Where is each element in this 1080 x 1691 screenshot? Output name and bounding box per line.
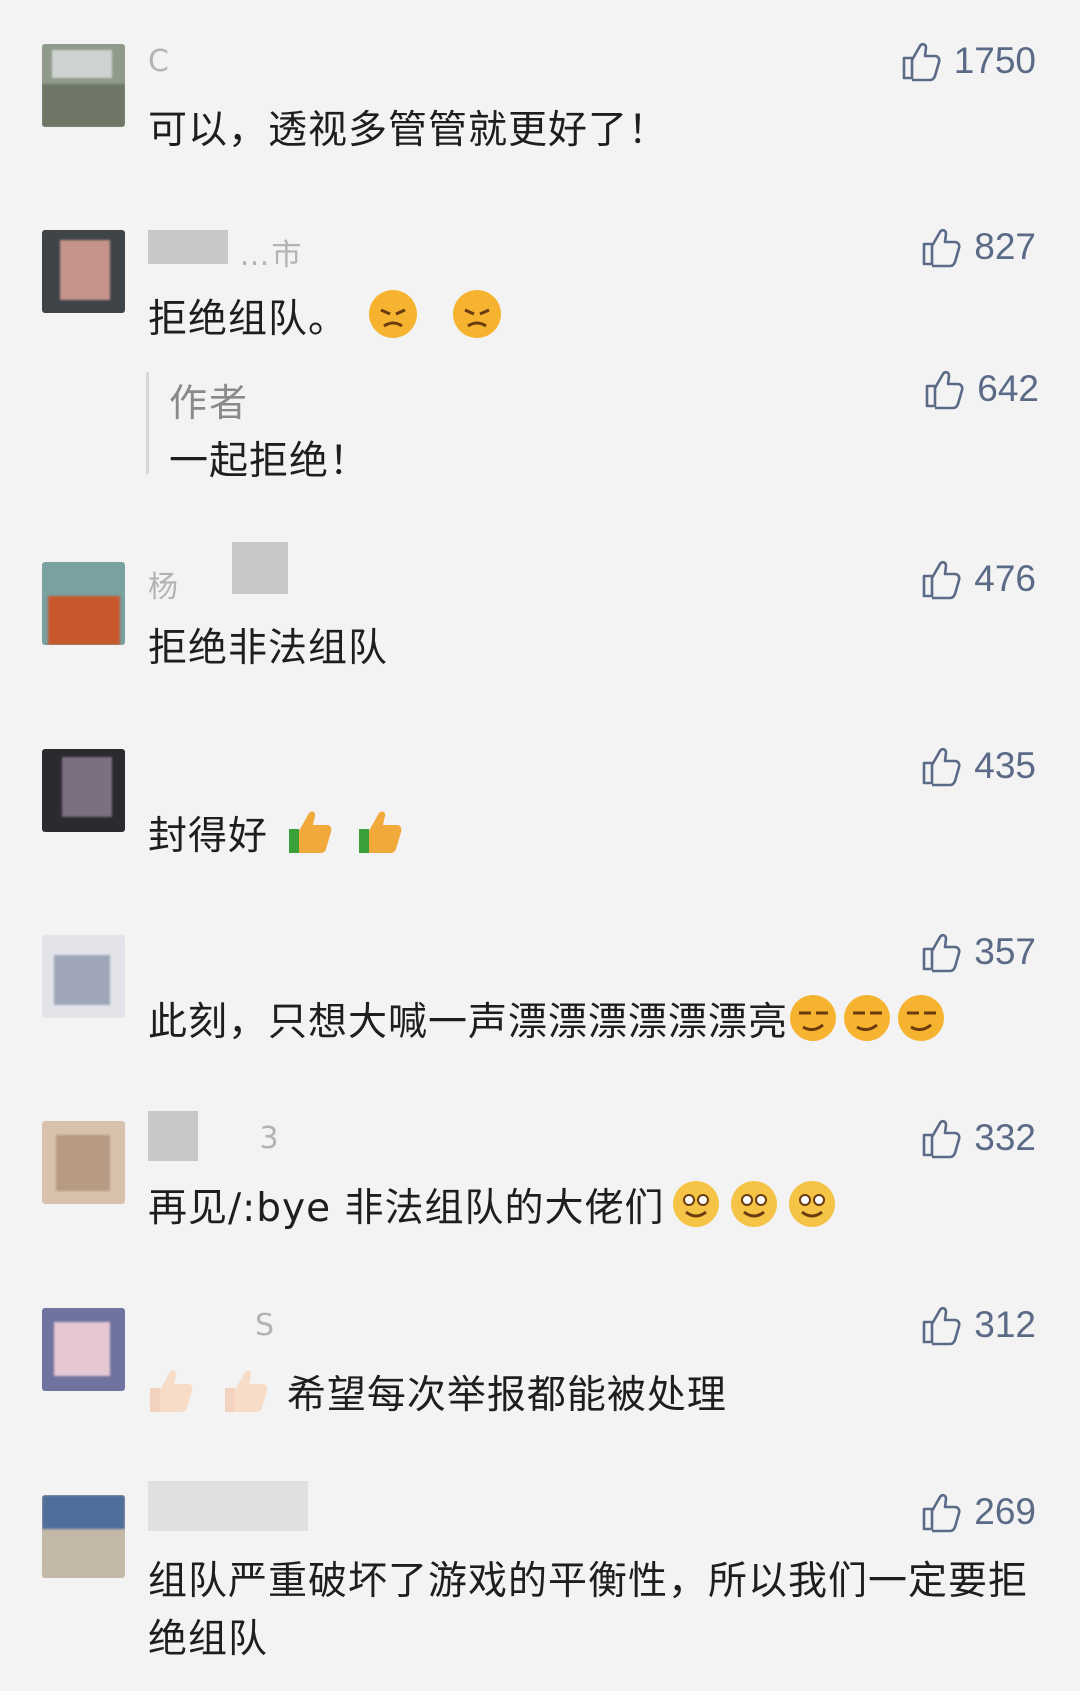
like-count: 642 <box>977 368 1039 409</box>
smirk-emoji <box>844 995 891 1041</box>
username[interactable]: 杨 <box>148 542 288 605</box>
name-mask <box>148 1111 198 1161</box>
comment-text: 可以，透视多管管就更好了！ <box>148 108 669 153</box>
like-count: 357 <box>974 931 1036 972</box>
angry-emoji <box>452 290 501 338</box>
username[interactable]: S <box>255 1308 276 1348</box>
username[interactable]: …市 <box>148 230 304 273</box>
smile-emoji <box>788 1181 835 1227</box>
like-count: 332 <box>974 1117 1036 1158</box>
avatar[interactable] <box>42 1495 125 1578</box>
avatar[interactable] <box>42 562 125 645</box>
angry-emoji <box>369 290 418 338</box>
avatar[interactable] <box>42 935 125 1018</box>
like-count: 827 <box>974 226 1036 267</box>
like-count: 1750 <box>953 40 1036 81</box>
like-button[interactable]: 1750 <box>900 40 1036 82</box>
thumbs-up-icon <box>920 226 962 268</box>
smirk-emoji <box>898 995 945 1041</box>
like-button[interactable]: 476 <box>920 558 1036 600</box>
like-button[interactable]: 332 <box>920 1117 1036 1159</box>
thumbs-up-emoji <box>150 1370 193 1412</box>
smirk-emoji <box>790 995 837 1041</box>
thumbs-up-icon <box>923 368 965 410</box>
author-label: 作者 <box>169 381 250 425</box>
like-button[interactable]: 357 <box>920 931 1036 973</box>
like-button[interactable]: 435 <box>920 745 1036 787</box>
comment-text: 封得好 <box>148 807 1028 866</box>
username[interactable]: 3 <box>148 1111 281 1161</box>
like-count: 312 <box>974 1304 1036 1345</box>
reply-text: 一起拒绝！ <box>169 439 370 484</box>
thumbs-up-icon <box>920 1304 962 1346</box>
like-count: 476 <box>974 558 1036 599</box>
thumbs-up-icon <box>900 40 942 82</box>
username[interactable] <box>148 1481 308 1535</box>
thumbs-up-icon <box>920 1491 962 1533</box>
avatar[interactable] <box>42 749 125 832</box>
like-count: 269 <box>974 1491 1036 1532</box>
thumbs-up-icon <box>920 1117 962 1159</box>
smile-emoji <box>730 1181 777 1227</box>
like-button[interactable]: 269 <box>920 1491 1036 1533</box>
author-reply: 作者 642 一起拒绝！ <box>146 368 1039 484</box>
thumbs-up-icon <box>920 558 962 600</box>
thumbs-up-emoji <box>358 811 402 853</box>
like-button[interactable]: 827 <box>920 226 1036 268</box>
avatar[interactable] <box>42 1308 125 1391</box>
username[interactable]: C <box>148 44 171 84</box>
comment-text: 再见/:bye 非法组队的大佬们 <box>148 1179 1028 1238</box>
thumbs-up-icon <box>920 931 962 973</box>
thumbs-up-emoji <box>225 1370 268 1412</box>
name-mask <box>148 230 228 264</box>
comment-text: 拒绝非法组队 <box>148 626 389 671</box>
comment-text: 拒绝组队。 <box>148 288 1028 349</box>
avatar[interactable] <box>42 1121 125 1204</box>
thumbs-up-emoji <box>289 811 332 853</box>
name-mask <box>231 542 288 594</box>
comment-text: 希望每次举报都能被处理 <box>148 1366 1028 1425</box>
like-button[interactable]: 312 <box>920 1304 1036 1346</box>
avatar[interactable] <box>42 230 125 313</box>
comment-text: 组队严重破坏了游戏的平衡性，所以我们一定要拒绝组队 <box>148 1559 1029 1662</box>
smile-emoji <box>672 1181 719 1227</box>
thumbs-up-icon <box>920 745 962 787</box>
like-count: 435 <box>974 745 1036 786</box>
avatar[interactable] <box>42 44 125 127</box>
comment-text: 此刻，只想大喊一声漂漂漂漂漂漂亮 <box>148 993 1028 1052</box>
like-button[interactable]: 642 <box>923 368 1039 410</box>
name-mask <box>148 1481 308 1531</box>
